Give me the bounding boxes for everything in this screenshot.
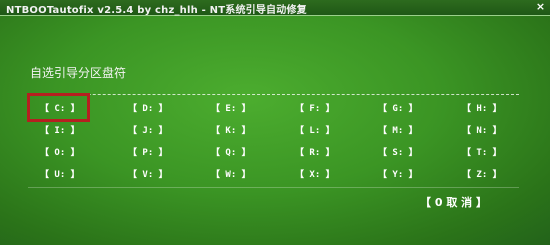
window-title: NTBOOTautofix v2.5.4 by chz_hlh - NT系统引导… bbox=[6, 5, 307, 16]
program-screen: NTBOOTautofix v2.5.4 by chz_hlh - NT系统引导… bbox=[0, 0, 550, 245]
drive-button-z[interactable]: 【 Z: 】 bbox=[462, 169, 522, 181]
drive-button-v[interactable]: 【 V: 】 bbox=[128, 169, 188, 181]
drive-button-d[interactable]: 【 D: 】 bbox=[128, 103, 188, 115]
drive-button-p[interactable]: 【 P: 】 bbox=[128, 147, 188, 159]
drive-button-l[interactable]: 【 L: 】 bbox=[295, 125, 355, 137]
close-button[interactable]: × bbox=[534, 1, 547, 13]
page-heading: 自选引导分区盘符 bbox=[30, 66, 127, 80]
drive-button-r[interactable]: 【 R: 】 bbox=[295, 147, 355, 159]
drive-button-i[interactable]: 【 I: 】 bbox=[40, 125, 100, 137]
drive-button-g[interactable]: 【 G: 】 bbox=[378, 103, 438, 115]
drive-button-j[interactable]: 【 J: 】 bbox=[128, 125, 188, 137]
drive-button-q[interactable]: 【 Q: 】 bbox=[211, 147, 271, 159]
drive-button-x[interactable]: 【 X: 】 bbox=[295, 169, 355, 181]
drive-button-w[interactable]: 【 W: 】 bbox=[211, 169, 271, 181]
cancel-button[interactable]: 【 0 取 消 】 bbox=[420, 196, 502, 210]
drive-button-h[interactable]: 【 H: 】 bbox=[462, 103, 522, 115]
drive-button-e[interactable]: 【 E: 】 bbox=[211, 103, 271, 115]
drive-button-y[interactable]: 【 Y: 】 bbox=[378, 169, 438, 181]
title-bar: NTBOOTautofix v2.5.4 by chz_hlh - NT系统引导… bbox=[0, 0, 550, 16]
drive-button-f[interactable]: 【 F: 】 bbox=[295, 103, 355, 115]
drive-button-m[interactable]: 【 M: 】 bbox=[378, 125, 438, 137]
divider-top bbox=[28, 94, 519, 95]
divider-bottom bbox=[28, 187, 519, 188]
drive-button-s[interactable]: 【 S: 】 bbox=[378, 147, 438, 159]
selected-drive-highlight bbox=[27, 93, 90, 122]
drive-button-n[interactable]: 【 N: 】 bbox=[462, 125, 522, 137]
drive-button-o[interactable]: 【 O: 】 bbox=[40, 147, 100, 159]
drive-button-t[interactable]: 【 T: 】 bbox=[462, 147, 522, 159]
drive-button-u[interactable]: 【 U: 】 bbox=[40, 169, 100, 181]
drive-button-k[interactable]: 【 K: 】 bbox=[211, 125, 271, 137]
